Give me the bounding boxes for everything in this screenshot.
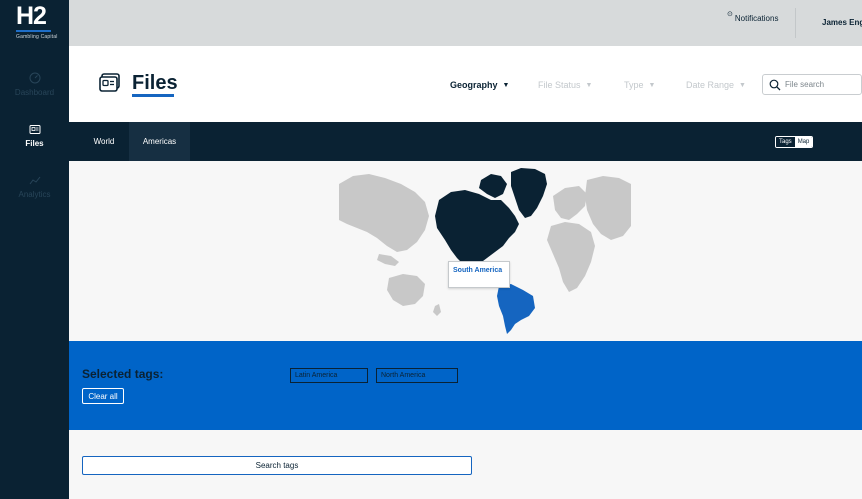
notifications-button[interactable]: ⊙ Notifications: [727, 11, 779, 23]
map-region-new-zealand[interactable]: [433, 304, 441, 316]
sidebar-item-analytics[interactable]: Analytics: [0, 176, 69, 199]
top-bar: ⊙ Notifications James Eng: [69, 0, 862, 46]
logo[interactable]: H2 Gambling Capital: [0, 0, 69, 46]
bell-icon: ⊙: [727, 11, 733, 18]
filter-date-range[interactable]: Date Range ▼: [686, 80, 746, 90]
caret-down-icon: ▼: [739, 81, 746, 89]
region-tabs: World Americas Tags Map: [69, 122, 862, 161]
map-region-africa[interactable]: [547, 222, 595, 292]
toggle-tags[interactable]: Tags: [776, 137, 795, 147]
sidebar-item-label: Analytics: [18, 190, 51, 199]
sidebar-item-dashboard[interactable]: Dashboard: [0, 72, 69, 97]
map-region-southeast-asia[interactable]: [377, 254, 399, 266]
files-icon: [99, 73, 120, 92]
tab-americas[interactable]: Americas: [129, 122, 190, 161]
search-tags-panel: Search tags: [69, 430, 862, 499]
logo-text: H2: [16, 2, 47, 30]
toggle-map[interactable]: Map: [794, 137, 813, 147]
sidebar-item-label: Dashboard: [14, 88, 55, 97]
caret-down-icon: ▼: [585, 81, 593, 89]
analytics-icon: [29, 176, 40, 185]
map-tooltip: South America: [448, 261, 510, 288]
file-search-box[interactable]: [762, 74, 862, 95]
tag-chip[interactable]: Latin America: [290, 368, 368, 383]
tag-chip[interactable]: North America: [376, 368, 458, 383]
notifications-label: Notifications: [734, 14, 779, 23]
map-region-south-america[interactable]: [497, 284, 535, 334]
search-tags-button[interactable]: Search tags: [82, 456, 472, 475]
map-region-north-america[interactable]: [435, 190, 519, 268]
caret-down-icon: ▼: [502, 81, 510, 89]
world-map[interactable]: [339, 166, 631, 336]
map-region-europe[interactable]: [553, 186, 587, 220]
map-region-australia[interactable]: [387, 274, 425, 306]
filter-label: Geography: [450, 80, 498, 90]
file-search-input[interactable]: [785, 80, 855, 89]
filter-file-status[interactable]: File Status ▼: [538, 80, 592, 90]
map-region-asia-west[interactable]: [339, 174, 429, 252]
filter-label: Date Range: [686, 80, 735, 90]
title-underline: [132, 94, 174, 97]
caret-down-icon: ▼: [648, 81, 656, 89]
logo-subtext: Gambling Capital: [16, 34, 58, 40]
search-icon: [769, 79, 781, 90]
map-region-arctic-islands[interactable]: [479, 174, 507, 198]
logo-underline: [16, 30, 51, 32]
map-region-asia-east[interactable]: [585, 176, 631, 240]
selected-tags-panel: Selected tags: Clear all Latin America N…: [69, 341, 862, 430]
filter-label: File Status: [538, 80, 581, 90]
sidebar: H2 Gambling Capital Dashboard Files Anal…: [0, 0, 69, 499]
view-toggle: Tags Map: [775, 136, 814, 148]
map-panel: South America: [69, 161, 862, 341]
filter-label: Type: [624, 80, 644, 90]
map-region-greenland[interactable]: [511, 168, 547, 218]
sidebar-item-label: Files: [25, 139, 44, 148]
filter-geography[interactable]: Geography ▼: [450, 80, 509, 90]
topbar-divider: [795, 8, 796, 38]
filter-type[interactable]: Type ▼: [624, 80, 655, 90]
page-header: Files Geography ▼ File Status ▼ Type ▼ D…: [69, 46, 862, 122]
clear-all-button[interactable]: Clear all: [82, 388, 124, 404]
dashboard-icon: [29, 72, 40, 84]
user-name[interactable]: James Eng: [822, 18, 862, 27]
sidebar-item-files[interactable]: Files: [0, 124, 69, 148]
page-title: Files: [132, 72, 178, 94]
selected-tags-title: Selected tags:: [82, 367, 164, 381]
tab-world[interactable]: World: [79, 122, 129, 161]
files-icon: [29, 125, 40, 134]
